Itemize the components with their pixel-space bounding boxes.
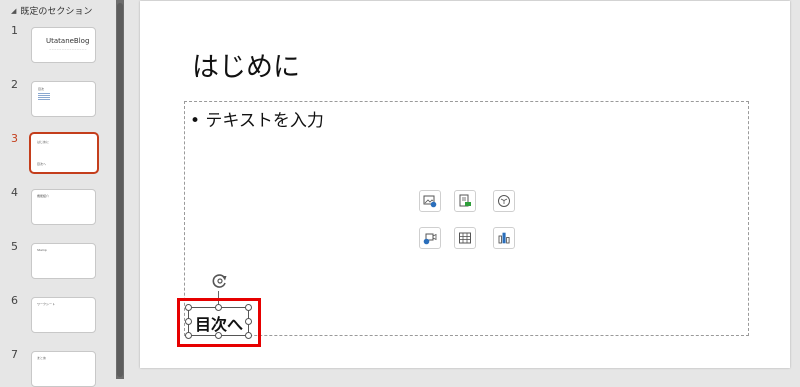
thumb-title: 目次 <box>38 87 45 91</box>
slide-title[interactable]: はじめに <box>192 45 300 84</box>
thumb-title: UtataneBlog <box>46 37 90 45</box>
content-placeholder[interactable] <box>184 101 749 336</box>
insert-table-icon[interactable] <box>454 227 476 249</box>
thumb-title: まとめ <box>37 356 47 360</box>
slide-thumbnail-7[interactable]: まとめ <box>31 351 96 387</box>
thumb-subtitle: ~~~~~~~~~~~~~~~ <box>49 47 87 51</box>
slide-thumbnail-6[interactable]: ワークシート <box>31 297 96 333</box>
insert-smartart-icon[interactable] <box>454 190 476 212</box>
thumbnail-scrollbar[interactable] <box>116 0 124 379</box>
section-header[interactable]: ◢ 既定のセクション <box>11 4 93 18</box>
slide-number: 5 <box>11 240 18 253</box>
slide-number: 6 <box>11 294 18 307</box>
slide-number: 4 <box>11 186 18 199</box>
slide-number: 2 <box>11 78 18 91</box>
content-placeholder-text[interactable]: • テキストを入力 <box>190 106 324 131</box>
insert-video-icon[interactable] <box>419 227 441 249</box>
thumb-title: Stamp <box>37 248 47 252</box>
slide-thumbnail-4[interactable]: 機能紹介 <box>31 189 96 225</box>
slide-number: 7 <box>11 348 18 361</box>
thumb-list-lines <box>38 93 50 101</box>
collapse-triangle-icon[interactable]: ◢ <box>11 7 16 15</box>
slide-thumbnail-5[interactable]: Stamp <box>31 243 96 279</box>
insert-3d-model-icon[interactable] <box>493 190 515 212</box>
section-name: 既定のセクション <box>20 7 93 17</box>
slide-number: 1 <box>11 24 18 37</box>
slide-thumbnail-1[interactable]: UtataneBlog ~~~~~~~~~~~~~~~ <box>31 27 96 63</box>
thumb-subtitle: 目次へ <box>37 162 47 166</box>
slide-thumbnail-3[interactable]: はじめに 目次へ <box>29 132 99 174</box>
highlight-annotation-box <box>177 298 261 347</box>
scrollbar-thumb[interactable] <box>117 3 123 377</box>
rotate-handle-icon[interactable] <box>211 272 229 290</box>
slide-thumbnail-2[interactable]: 目次 <box>31 81 96 117</box>
insert-chart-icon[interactable] <box>493 227 515 249</box>
thumb-title: はじめに <box>37 140 50 144</box>
slide-number: 3 <box>11 132 18 145</box>
thumb-title: ワークシート <box>37 302 56 306</box>
insert-picture-icon[interactable] <box>419 190 441 212</box>
slide-thumbnail-pane[interactable]: ◢ 既定のセクション 1 UtataneBlog ~~~~~~~~~~~~~~~… <box>0 0 116 387</box>
thumb-title: 機能紹介 <box>37 194 50 198</box>
